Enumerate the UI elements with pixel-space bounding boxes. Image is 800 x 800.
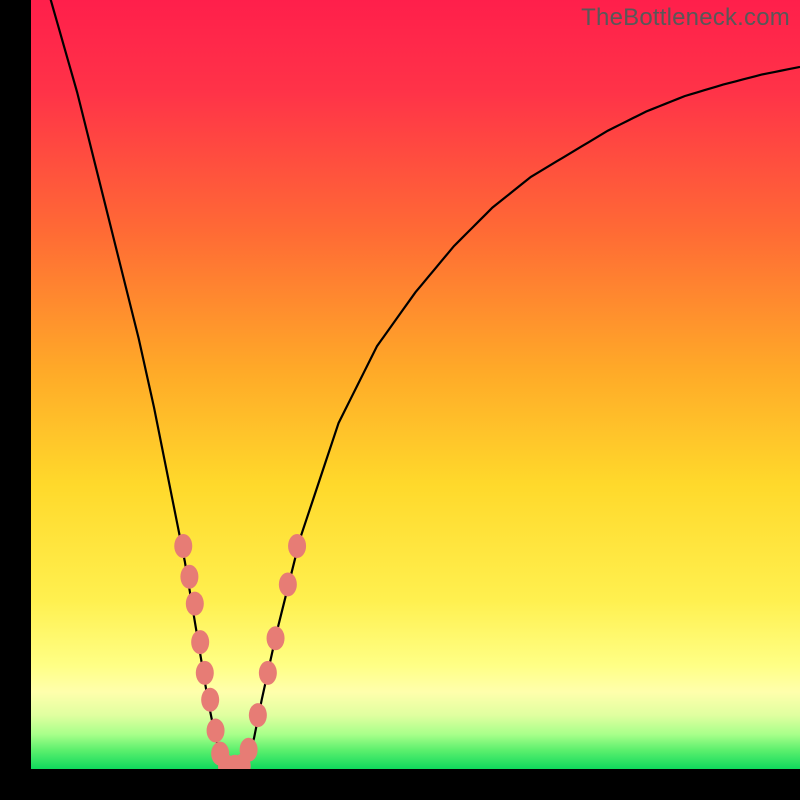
curve-marker	[259, 661, 277, 685]
curve-marker	[191, 630, 209, 654]
curve-marker	[207, 719, 225, 743]
curve-marker	[196, 661, 214, 685]
curve-markers	[174, 534, 306, 769]
curve-marker	[279, 572, 297, 596]
curve-marker	[267, 626, 285, 650]
curve-marker	[186, 592, 204, 616]
curve-marker	[201, 688, 219, 712]
chart-frame: TheBottleneck.com	[31, 0, 800, 769]
plot-area: TheBottleneck.com	[31, 0, 800, 769]
bottleneck-curve-svg	[31, 0, 800, 769]
curve-marker	[288, 534, 306, 558]
curve-marker	[240, 738, 258, 762]
curve-marker	[249, 703, 267, 727]
curve-marker	[174, 534, 192, 558]
bottleneck-curve	[31, 0, 800, 769]
curve-marker	[180, 565, 198, 589]
watermark-text: TheBottleneck.com	[581, 4, 790, 32]
